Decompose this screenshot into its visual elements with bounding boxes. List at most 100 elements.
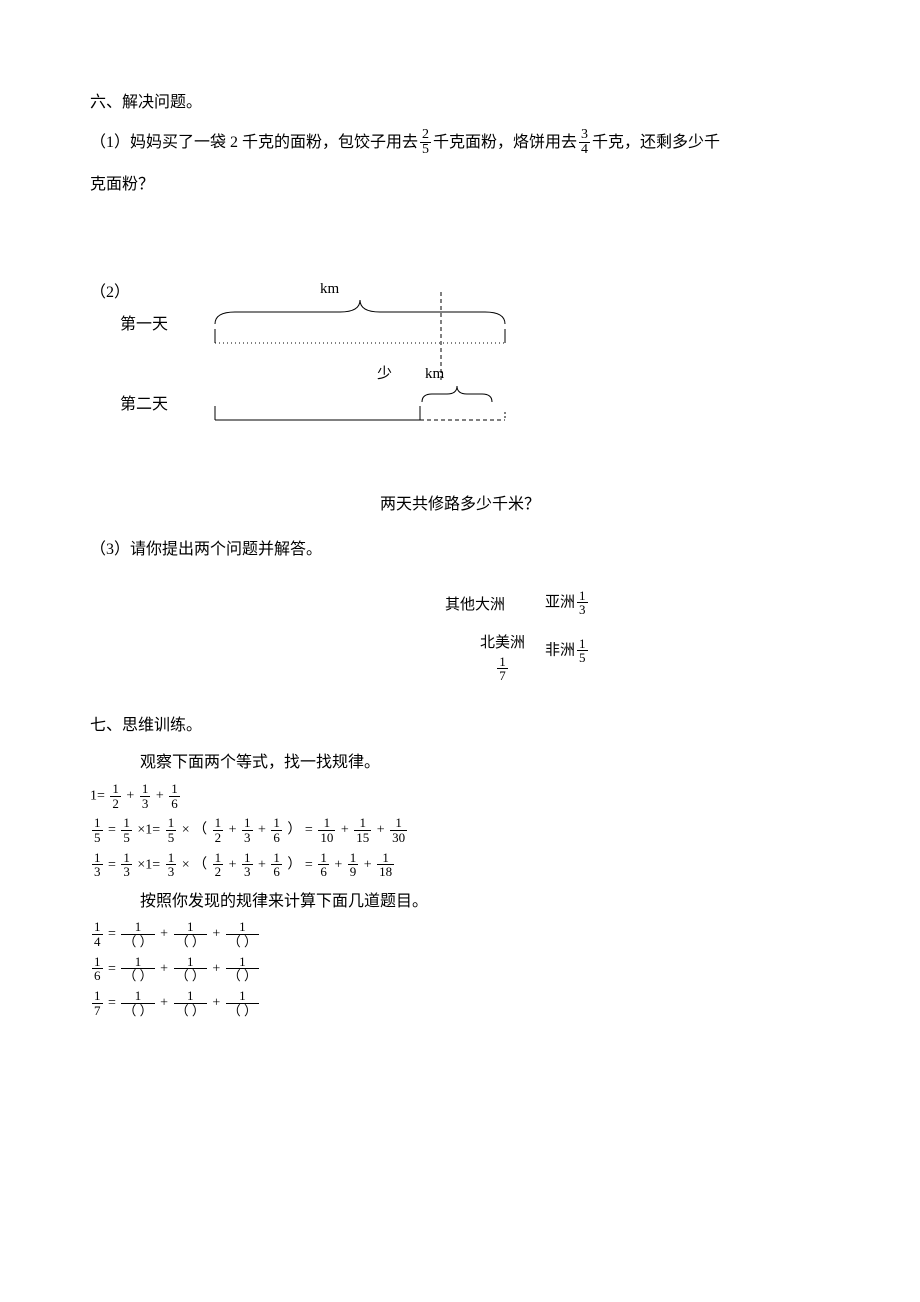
q1-frac-1: 25 bbox=[420, 128, 431, 158]
frac: 12 bbox=[213, 816, 224, 844]
frac-den: 3 bbox=[121, 865, 132, 879]
frac: 13 bbox=[121, 851, 132, 879]
plus: + bbox=[377, 823, 385, 838]
frac-den: 3 bbox=[92, 865, 103, 879]
frac-num: 1 bbox=[348, 851, 359, 866]
eq-sign: = bbox=[108, 857, 116, 872]
pie-na-frac: 17 bbox=[497, 655, 508, 683]
plus: + bbox=[258, 857, 266, 872]
frac-den: 5 bbox=[121, 831, 132, 845]
frac-lhs: 13 bbox=[92, 851, 103, 879]
frac: 13 bbox=[166, 851, 177, 879]
frac-num: 1 bbox=[174, 989, 207, 1004]
ex-2: 16 = 1（ ） + 1（ ） + 1（ ） bbox=[90, 955, 830, 983]
q1-prefix: （1）妈妈买了一袋 2 千克的面粉，包饺子用去 bbox=[90, 133, 418, 150]
blank-frac: 1（ ） bbox=[121, 955, 154, 983]
section-7-title: 七、思维训练。 bbox=[90, 713, 830, 739]
frac-den: 3 bbox=[242, 865, 253, 879]
frac-den: 5 bbox=[92, 831, 103, 845]
pie-africa-label: 非洲 bbox=[545, 642, 575, 658]
bar-day1 bbox=[210, 327, 510, 345]
frac-den: 3 bbox=[140, 797, 151, 811]
blank-frac: 1（ ） bbox=[174, 920, 207, 948]
plus: + bbox=[160, 995, 168, 1010]
ex-3: 17 = 1（ ） + 1（ ） + 1（ ） bbox=[90, 989, 830, 1017]
frac-den: 5 bbox=[420, 143, 431, 158]
frac-lhs: 16 bbox=[92, 955, 103, 983]
plus: + bbox=[160, 927, 168, 942]
frac-den: （ ） bbox=[174, 935, 207, 949]
pie-na: 北美洲 17 bbox=[480, 631, 525, 683]
eq-sign: = bbox=[108, 961, 116, 976]
frac-num: 1 bbox=[271, 851, 282, 866]
frac-den: （ ） bbox=[121, 969, 154, 983]
frac: 13 bbox=[242, 851, 253, 879]
frac-den: 6 bbox=[169, 797, 180, 811]
frac-num: 1 bbox=[166, 851, 177, 866]
frac-num: 1 bbox=[166, 816, 177, 831]
eq-1: 1= 12 + 13 + 16 bbox=[90, 782, 830, 810]
q2-day2-label: 第二天 bbox=[120, 392, 168, 418]
plus: + bbox=[156, 788, 164, 803]
frac-num: 1 bbox=[174, 920, 207, 935]
frac-den: 3 bbox=[242, 831, 253, 845]
frac: 130 bbox=[390, 816, 407, 844]
blank-frac: 1（ ） bbox=[174, 989, 207, 1017]
frac-den: （ ） bbox=[174, 969, 207, 983]
frac: 16 bbox=[271, 851, 282, 879]
frac-den: 15 bbox=[354, 831, 371, 845]
frac-den: （ ） bbox=[226, 1004, 259, 1018]
frac-den: 10 bbox=[318, 831, 335, 845]
plus: + bbox=[212, 995, 220, 1010]
frac-den: 2 bbox=[213, 831, 224, 845]
frac-num: 1 bbox=[121, 955, 154, 970]
pie-asia-label: 亚洲 bbox=[545, 594, 575, 610]
rparen: ） bbox=[287, 823, 301, 838]
frac-lhs: 15 bbox=[92, 816, 103, 844]
frac-den: 2 bbox=[110, 797, 121, 811]
frac-num: 1 bbox=[390, 816, 407, 831]
frac-num: 1 bbox=[213, 851, 224, 866]
frac-den: （ ） bbox=[174, 1004, 207, 1018]
q1-post: 千克，还剩多少千 bbox=[592, 133, 720, 150]
frac-num: 1 bbox=[121, 851, 132, 866]
plus: + bbox=[229, 823, 237, 838]
pie-labels: 其他大洲 亚洲13 北美洲 17 非洲15 bbox=[370, 583, 730, 683]
frac-num: 1 bbox=[92, 920, 103, 935]
q2-shao: 少 bbox=[377, 362, 392, 386]
q1-line1: （1）妈妈买了一袋 2 千克的面粉，包饺子用去25千克面粉，烙饼用去34千克，还… bbox=[90, 128, 830, 158]
frac-lhs: 14 bbox=[92, 920, 103, 948]
pie-africa-frac: 15 bbox=[577, 637, 588, 665]
pie-africa: 非洲15 bbox=[545, 637, 590, 665]
frac-num: 1 bbox=[140, 782, 151, 797]
q2-question: 两天共修路多少千米？ bbox=[90, 492, 830, 518]
frac-den: 30 bbox=[390, 831, 407, 845]
frac: 13 bbox=[242, 816, 253, 844]
frac-den: 3 bbox=[577, 603, 588, 617]
frac-num: 1 bbox=[242, 816, 253, 831]
frac-den: 5 bbox=[577, 651, 588, 665]
frac-den: 6 bbox=[271, 865, 282, 879]
eq-sign: = bbox=[108, 823, 116, 838]
frac-den: （ ） bbox=[226, 969, 259, 983]
blank-frac: 1（ ） bbox=[174, 955, 207, 983]
plus: + bbox=[341, 823, 349, 838]
frac-num: 1 bbox=[92, 851, 103, 866]
q2-day1-label: 第一天 bbox=[120, 312, 168, 338]
plus: + bbox=[212, 961, 220, 976]
frac: 16 bbox=[318, 851, 329, 879]
plus: + bbox=[229, 857, 237, 872]
frac-sixth: 16 bbox=[169, 782, 180, 810]
eq1-lhs: 1= bbox=[90, 788, 105, 803]
plus: + bbox=[212, 927, 220, 942]
plus: + bbox=[126, 788, 134, 803]
eq-sign: = bbox=[108, 995, 116, 1010]
frac-num: 1 bbox=[577, 589, 588, 604]
eq-2: 15 = 15 ×1= 15 × （ 12 + 13 + 16 ） = 110 … bbox=[90, 816, 830, 844]
plus: + bbox=[258, 823, 266, 838]
times1: ×1= bbox=[137, 823, 160, 838]
frac-den: 6 bbox=[271, 831, 282, 845]
frac-num: 1 bbox=[174, 955, 207, 970]
frac-num: 1 bbox=[92, 955, 103, 970]
plus: + bbox=[334, 857, 342, 872]
